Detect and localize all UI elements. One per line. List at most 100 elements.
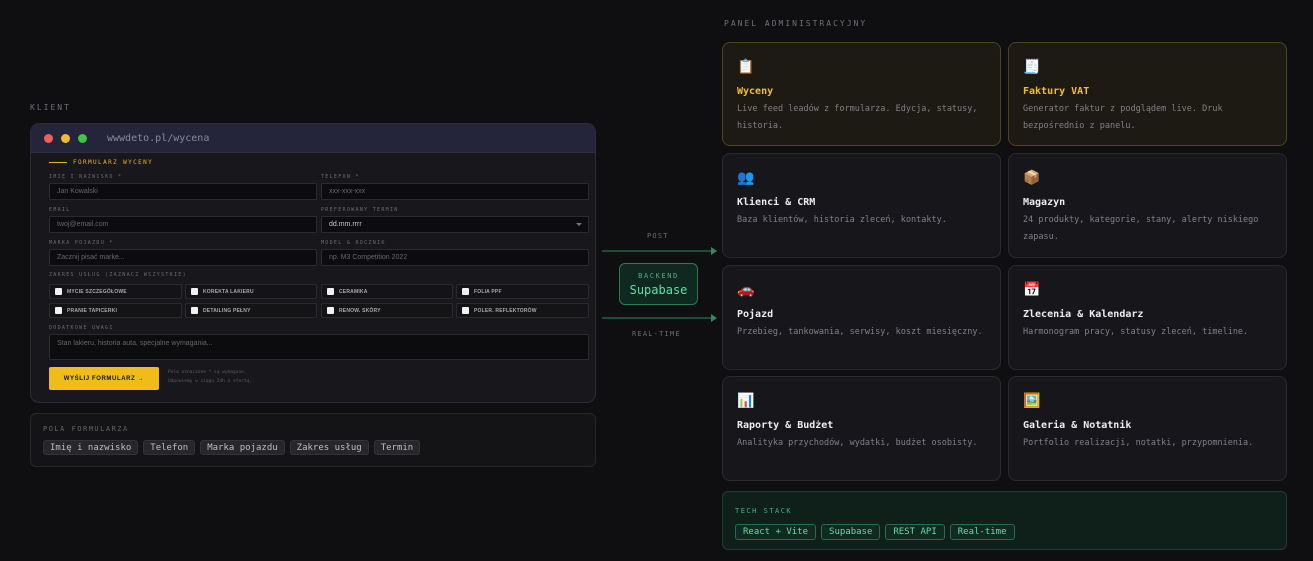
tech-chip: REST API: [885, 524, 945, 540]
card-wyceny[interactable]: 📋 Wyceny Live feed leadów z formularza. …: [722, 42, 1001, 146]
services-label: ZAKRES USŁUG (ZAZNACZ WSZYSTKIE): [49, 272, 187, 278]
model-input[interactable]: np. M3 Competition 2022: [321, 249, 589, 266]
browser-window: wwwdeto.pl/wycena FORMULARZ WYCENY IMIĘ …: [30, 123, 596, 403]
card-zlecenia-kalendarz[interactable]: 📅 Zlecenia & Kalendarz Harmonogram pracy…: [1008, 265, 1287, 370]
chevron-down-icon[interactable]: [576, 223, 582, 226]
card-title: Pojazd: [737, 309, 774, 320]
maximize-dot-icon[interactable]: [78, 133, 87, 143]
admin-section-label: PANEL ADMINISTRACYJNY: [724, 19, 868, 28]
post-arrow-icon: [602, 247, 717, 255]
card-klienci-crm[interactable]: 👥 Klienci & CRM Baza klientów, historia …: [722, 153, 1001, 258]
card-title: Klienci & CRM: [737, 197, 816, 208]
card-title: Magazyn: [1023, 197, 1066, 208]
tech-chip: Supabase: [821, 524, 881, 540]
client-section-label: KLIENT: [30, 103, 71, 112]
realtime-arrow-icon: [602, 314, 717, 322]
card-title: Zlecenia & Kalendarz: [1023, 309, 1144, 320]
card-description: Portfolio realizacji, notatki, przypomni…: [1023, 438, 1254, 448]
tech-stack-chips: React + Vite Supabase REST API Real-time: [735, 524, 1015, 540]
service-label: KOREKTA LAKIERU: [203, 288, 254, 295]
service-checkbox[interactable]: FOLIA PPF: [456, 284, 589, 299]
card-title: Raporty & Budżet: [737, 420, 834, 431]
email-input[interactable]: twoj@email.com: [49, 216, 317, 233]
form-title: FORMULARZ WYCENY: [49, 159, 153, 166]
email-label: EMAIL: [49, 207, 71, 213]
service-label: CERAMIKA: [339, 288, 368, 295]
service-checkbox[interactable]: CERAMIKA: [321, 284, 453, 299]
card-faktury-vat[interactable]: 🧾 Faktury VAT Generator faktur z podgląd…: [1008, 42, 1287, 146]
realtime-label: REAL-TIME: [632, 330, 681, 338]
service-checkbox[interactable]: POLER. REFLEKTORÓW: [456, 303, 589, 318]
minimize-dot-icon[interactable]: [61, 133, 70, 143]
card-description: Analityka przychodów, wydatki, budżet os…: [737, 438, 978, 448]
card-title: Wyceny: [737, 86, 774, 97]
checkbox-icon[interactable]: [55, 307, 62, 314]
notes-label: DODATKOWE UWAGI: [49, 325, 114, 331]
card-title: Faktury VAT: [1023, 86, 1090, 97]
phone-label: TELEFON *: [321, 174, 360, 180]
notes-textarea[interactable]: Stan lakieru, historia auta, specjalne w…: [49, 334, 589, 360]
phone-input[interactable]: xxx-xxx-xxx: [321, 183, 589, 200]
car-icon: 🚗: [737, 282, 755, 298]
browser-url[interactable]: wwwdeto.pl/wycena: [107, 133, 209, 144]
service-checkbox[interactable]: DETAILING PEŁNY: [185, 303, 317, 318]
picture-icon: 🖼️: [1023, 393, 1041, 409]
card-description: Baza klientów, historia zleceń, kontakty…: [737, 215, 947, 225]
service-checkbox[interactable]: PRANIE TAPICERKI: [49, 303, 182, 318]
checkbox-icon[interactable]: [327, 307, 334, 314]
card-pojazd[interactable]: 🚗 Pojazd Przebieg, tankowania, serwisy, …: [722, 265, 1001, 370]
card-description: Generator faktur z podglądem live. Druk …: [1023, 104, 1223, 131]
service-label: MYCIE SZCZEGÓŁOWE: [67, 288, 127, 295]
form-fields-label: POLA FORMULARZA: [43, 425, 129, 433]
card-description: 24 produkty, kategorie, stany, alerty ni…: [1023, 215, 1259, 242]
backend-label: BACKEND: [638, 271, 679, 280]
name-input[interactable]: Jan Kowalski: [49, 183, 317, 200]
form-title-text: FORMULARZ WYCENY: [73, 159, 154, 166]
brand-input[interactable]: Zacznij pisać marke...: [49, 249, 317, 266]
title-rule: [49, 162, 67, 163]
tech-chip: Real-time: [949, 524, 1015, 540]
checkbox-icon[interactable]: [327, 288, 334, 295]
service-label: DETAILING PEŁNY: [203, 307, 251, 314]
post-label: POST: [647, 232, 669, 240]
calendar-icon: 📅: [1023, 282, 1041, 298]
date-input[interactable]: dd.mm.rrrr: [321, 216, 589, 233]
required-note: Pola oznaczone * są wymagane.: [168, 370, 247, 375]
date-label: PREFEROWANY TERMIN: [321, 207, 399, 213]
browser-titlebar: wwwdeto.pl/wycena: [31, 124, 595, 153]
service-checkbox[interactable]: RENOW. SKÓRY: [321, 303, 453, 318]
submit-button[interactable]: WYŚLIJ FORMULARZ →: [49, 367, 159, 390]
backend-box: BACKEND Supabase: [619, 263, 698, 305]
service-label: FOLIA PPF: [474, 288, 502, 295]
checkbox-icon[interactable]: [191, 288, 198, 295]
card-description: Harmonogram pracy, statusy zleceń, timel…: [1023, 327, 1249, 337]
checkbox-icon[interactable]: [462, 288, 469, 295]
card-description: Przebieg, tankowania, serwisy, koszt mie…: [737, 327, 983, 337]
backend-name: Supabase: [629, 282, 688, 297]
service-checkbox[interactable]: MYCIE SZCZEGÓŁOWE: [49, 284, 182, 299]
card-galeria-notatnik[interactable]: 🖼️ Galeria & Notatnik Portfolio realizac…: [1008, 376, 1287, 481]
field-chip: Telefon: [143, 440, 196, 455]
date-value: dd.mm.rrrr: [329, 221, 362, 228]
card-raporty-budzet[interactable]: 📊 Raporty & Budżet Analityka przychodów,…: [722, 376, 1001, 481]
service-label: POLER. REFLEKTORÓW: [474, 307, 537, 314]
service-checkbox[interactable]: KOREKTA LAKIERU: [185, 284, 317, 299]
checkbox-icon[interactable]: [191, 307, 198, 314]
field-chip: Imię i nazwisko: [43, 440, 139, 455]
form-fields-chips: Imię i nazwisko Telefon Marka pojazdu Za…: [43, 440, 421, 455]
checkbox-icon[interactable]: [55, 288, 62, 295]
checkbox-icon[interactable]: [462, 307, 469, 314]
bar-chart-icon: 📊: [737, 393, 755, 409]
card-magazyn[interactable]: 📦 Magazyn 24 produkty, kategorie, stany,…: [1008, 153, 1287, 258]
package-icon: 📦: [1023, 170, 1041, 186]
clipboard-icon: 📋: [737, 59, 755, 75]
card-description: Live feed leadów z formularza. Edycja, s…: [737, 104, 978, 131]
service-label: RENOW. SKÓRY: [339, 307, 381, 314]
tech-chip: React + Vite: [735, 524, 817, 540]
service-label: PRANIE TAPICERKI: [67, 307, 118, 314]
brand-label: MARKA POJAZDU *: [49, 240, 114, 246]
receipt-icon: 🧾: [1023, 59, 1041, 75]
close-dot-icon[interactable]: [44, 133, 53, 143]
field-chip: Marka pojazdu: [200, 440, 285, 455]
field-chip: Termin: [373, 440, 421, 455]
